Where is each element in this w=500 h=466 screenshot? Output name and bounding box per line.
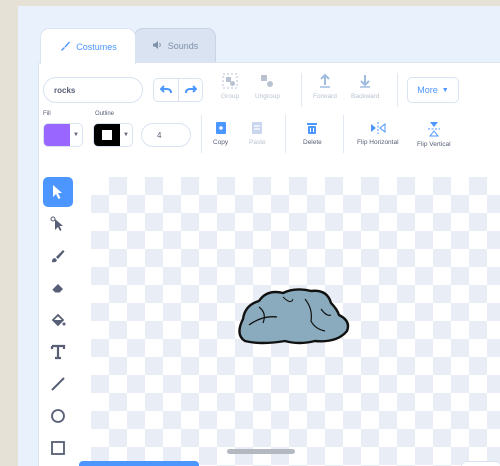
flip-vertical-icon (427, 122, 440, 137)
eraser-tool[interactable] (43, 273, 73, 303)
tab-sounds-label: Sounds (167, 40, 199, 51)
forward-icon (319, 73, 330, 88)
paste-label: Paste (249, 139, 266, 146)
copy-button[interactable]: Copy (213, 121, 228, 146)
forward-button[interactable]: Forward (313, 73, 337, 100)
reshape-icon (50, 216, 63, 231)
outline-size-input[interactable]: 4 (141, 123, 191, 147)
circle-icon (51, 409, 65, 423)
group-icon (222, 73, 238, 89)
flip-vertical-button[interactable]: Flip Vertical (417, 121, 451, 148)
tab-costumes-label: Costumes (76, 41, 117, 52)
costume-name-input[interactable] (43, 77, 143, 103)
brush-icon (59, 40, 71, 54)
trash-icon (307, 123, 318, 134)
text-icon (50, 344, 66, 360)
fill-tool[interactable] (43, 305, 73, 335)
undo-button[interactable] (154, 79, 178, 101)
group-label: Group (221, 93, 240, 100)
flip-vertical-label: Flip Vertical (417, 141, 451, 148)
rock-sprite[interactable] (233, 285, 351, 347)
caret-down-icon: ▼ (73, 132, 79, 138)
text-tool[interactable] (43, 337, 73, 367)
group-button[interactable]: Group (221, 73, 239, 100)
circle-tool[interactable] (43, 401, 73, 431)
rectangle-icon (51, 441, 65, 455)
backward-button[interactable]: Backward (351, 73, 380, 100)
flip-horizontal-button[interactable]: Flip Horizontal (357, 121, 399, 146)
zoom-controls[interactable] (461, 461, 500, 466)
tab-sounds[interactable]: Sounds (134, 28, 216, 62)
ungroup-label: Ungroup (255, 93, 280, 100)
drawing-tools (43, 177, 77, 465)
select-tool[interactable] (43, 177, 73, 207)
fill-bucket-icon (51, 313, 66, 327)
backward-icon (360, 75, 371, 88)
outline-color-picker[interactable]: ▼ (93, 123, 133, 147)
copy-label: Copy (213, 139, 229, 146)
brush-tool[interactable] (43, 241, 73, 271)
drawing-canvas[interactable] (91, 177, 500, 466)
outline-swatch (94, 124, 120, 146)
rectangle-tool[interactable] (43, 433, 73, 463)
fill-label: Fill (43, 111, 51, 117)
select-icon (53, 185, 62, 199)
flip-horizontal-label: Flip Horizontal (357, 139, 399, 146)
speaker-icon (152, 40, 163, 52)
redo-icon (184, 85, 197, 94)
ungroup-icon (261, 75, 274, 87)
tab-costumes[interactable]: Costumes (40, 28, 136, 64)
paste-icon (252, 122, 263, 134)
redo-button[interactable] (178, 79, 202, 101)
eraser-icon (51, 284, 63, 294)
copy-icon (215, 122, 226, 134)
outline-label: Outline (95, 111, 115, 117)
toolbar-divider (397, 73, 398, 107)
toolbar-divider (285, 115, 286, 153)
toolbar-divider (343, 115, 344, 153)
more-label: More (417, 85, 438, 95)
undo-redo-group (153, 78, 203, 102)
paste-button[interactable]: Paste (249, 121, 266, 146)
more-button[interactable]: More ▼ (407, 77, 459, 103)
fill-swatch (44, 124, 70, 146)
outline-size-value: 4 (157, 130, 162, 140)
brush-icon (52, 250, 65, 263)
delete-label: Delete (303, 139, 322, 146)
undo-icon (160, 85, 172, 94)
flip-horizontal-icon (370, 122, 386, 134)
line-icon (51, 377, 65, 391)
caret-down-icon: ▼ (123, 132, 129, 138)
costume-editor-panel: Group Ungroup Forward Backward More ▼ Fi… (38, 62, 500, 466)
ungroup-button[interactable]: Ungroup (255, 73, 280, 100)
fill-color-picker[interactable]: ▼ (43, 123, 83, 147)
toolbar-divider (301, 73, 302, 107)
paint-editor: Costumes Sounds Group Ungroup (18, 6, 500, 466)
reshape-tool[interactable] (43, 209, 73, 239)
caret-down-icon: ▼ (441, 86, 449, 94)
forward-label: Forward (313, 93, 337, 100)
convert-to-bitmap-button[interactable] (79, 461, 199, 466)
toolbar-divider (201, 115, 202, 153)
line-tool[interactable] (43, 369, 73, 399)
canvas-horizontal-scrollbar[interactable] (227, 449, 295, 454)
backward-label: Backward (351, 93, 380, 100)
delete-button[interactable]: Delete (303, 121, 322, 146)
